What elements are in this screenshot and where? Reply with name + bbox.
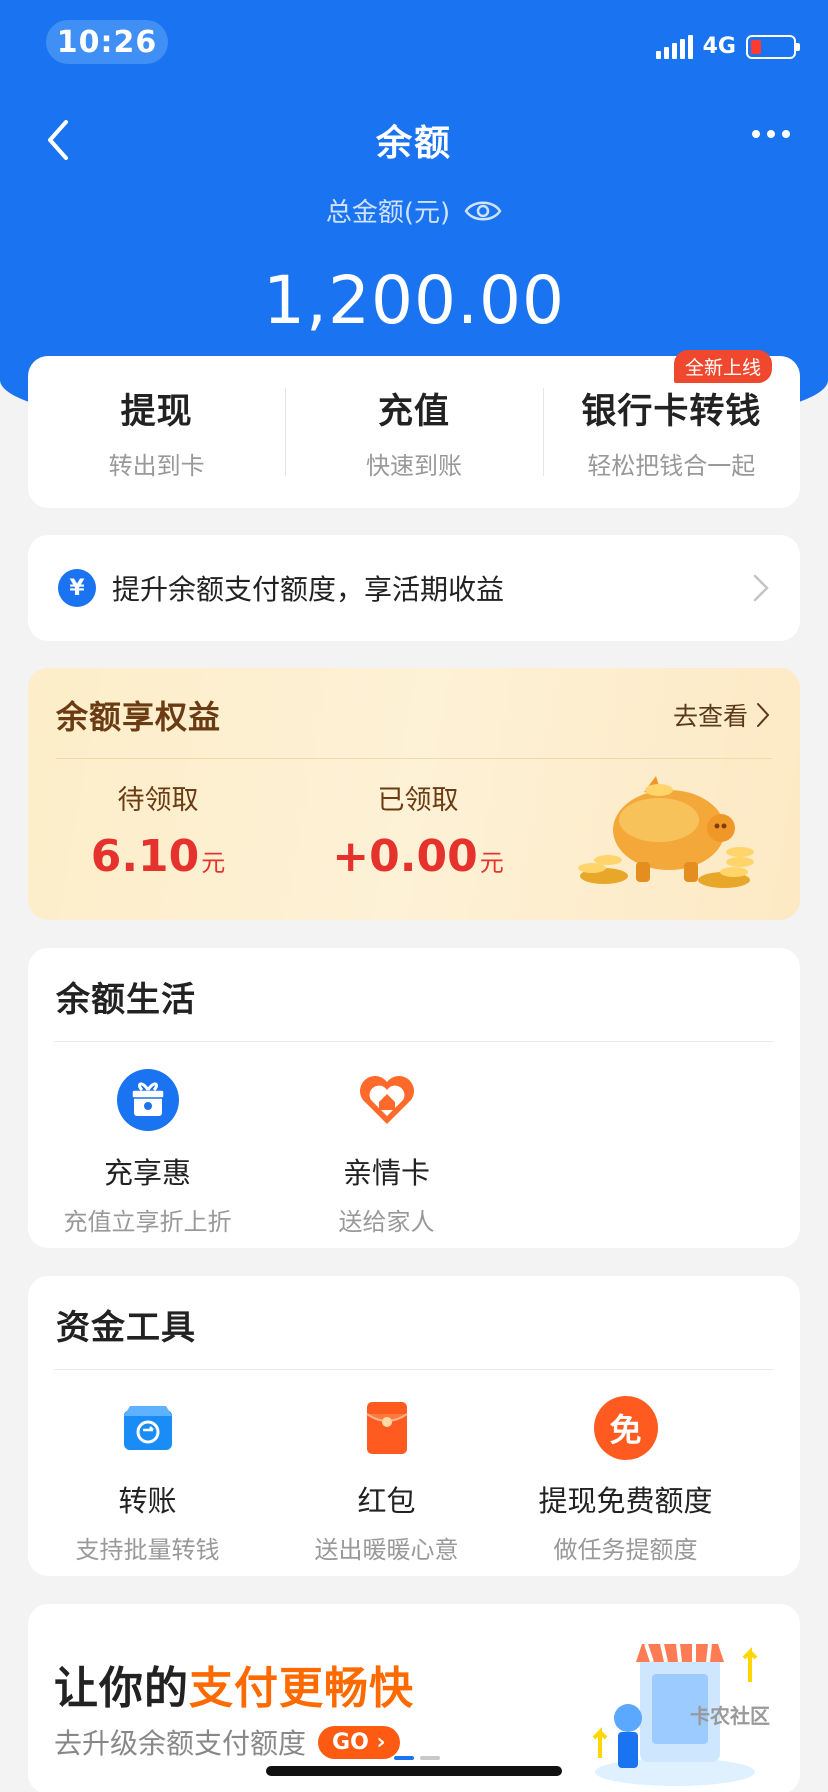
claimed-value: +0.00元: [332, 831, 504, 882]
eye-icon[interactable]: [464, 198, 502, 224]
claimed-rewards: 已领取 +0.00元: [288, 778, 548, 882]
back-button[interactable]: [36, 118, 80, 162]
transfer-icon: [123, 1406, 172, 1450]
gift-icon: [116, 1069, 179, 1131]
action-subtitle: 轻松把钱合一起: [587, 452, 756, 480]
total-amount-value: 1,200.00: [263, 262, 565, 339]
item-subtitle: 做任务提额度: [553, 1536, 698, 1564]
balance-rights-card[interactable]: 余额享权益 去查看 待领取 6.10元 已领取 +0.00元: [28, 668, 800, 920]
balance-life-section: 余额生活 充享惠 充值立享折上折 亲情卡 送给家人: [28, 948, 800, 1248]
go-button[interactable]: GO ›: [318, 1725, 400, 1759]
total-amount-header: 总金额(元): [0, 192, 828, 229]
chevron-left-icon: [48, 120, 68, 160]
watermark-text: 卡农社区: [690, 1704, 770, 1728]
bank-card-transfer-button[interactable]: 全新上线 银行卡转钱 轻松把钱合一起: [542, 350, 800, 508]
total-amount-label: 总金额(元): [325, 198, 451, 228]
promo-title: 让你的支付更畅快: [54, 1663, 414, 1714]
piggy-bank-icon: [578, 776, 754, 888]
item-title: 充享惠: [103, 1156, 191, 1190]
view-rights-label: 去查看: [672, 702, 748, 731]
red-envelope-item[interactable]: 红包 送出暖暖心意: [267, 1370, 506, 1565]
item-title: 转账: [118, 1484, 177, 1518]
carousel-indicator: [394, 1756, 440, 1760]
pending-label: 待领取: [117, 785, 199, 816]
quick-actions-card: 提现 转出到卡 充值 快速到账 全新上线 银行卡转钱 轻松把钱合一起: [28, 350, 800, 508]
top-up-button[interactable]: 充值 快速到账: [285, 356, 542, 508]
promo-title-highlight: 支付更畅快: [189, 1663, 414, 1714]
signal-icon: [655, 34, 693, 59]
free-withdraw-quota-item[interactable]: 免 提现免费额度 做任务提额度: [506, 1370, 745, 1565]
section-title: 资金工具: [56, 1308, 196, 1348]
item-subtitle: 支持批量转钱: [75, 1536, 220, 1564]
upgrade-limit-text: 提升余额支付额度，享活期收益: [112, 573, 505, 606]
section-title: 余额生活: [56, 980, 196, 1020]
promo-banner[interactable]: 让你的支付更畅快 去升级余额支付额度 GO › 卡农社区: [28, 1604, 800, 1792]
money-tools-section: 资金工具 转账 支持批量转钱 红包 送出暖暖心意 免 提现免费额度 做任务提额度: [28, 1276, 800, 1576]
chevron-right-icon: [757, 703, 770, 727]
family-card-icon: [359, 1076, 414, 1124]
yen-icon: ¥: [58, 569, 96, 607]
item-subtitle: 送出暖暖心意: [314, 1536, 459, 1564]
action-title: 银行卡转钱: [581, 392, 762, 432]
status-indicators: 4G: [655, 34, 800, 59]
free-icon: 免: [593, 1396, 658, 1460]
divider: [56, 758, 772, 759]
action-title: 充值: [377, 392, 450, 432]
more-options-button[interactable]: [752, 130, 790, 138]
promo-subtitle: 去升级余额支付额度 GO ›: [54, 1722, 400, 1762]
chevron-right-icon: [753, 574, 769, 602]
withdraw-button[interactable]: 提现 转出到卡: [28, 356, 285, 508]
family-card-item[interactable]: 亲情卡 送给家人: [267, 1042, 506, 1237]
transfer-item[interactable]: 转账 支持批量转钱: [28, 1370, 267, 1565]
item-title: 红包: [357, 1484, 416, 1518]
nav-bar: 余额: [0, 110, 828, 170]
pending-value: 6.10元: [90, 831, 226, 882]
item-title: 提现免费额度: [538, 1484, 713, 1518]
page-title: 余额: [375, 123, 452, 164]
item-subtitle: 送给家人: [338, 1208, 435, 1236]
home-indicator[interactable]: [266, 1766, 562, 1776]
network-type: 4G: [702, 34, 736, 59]
action-subtitle: 快速到账: [365, 452, 462, 480]
recharge-discount-item[interactable]: 充享惠 充值立享折上折: [28, 1042, 267, 1237]
pending-rewards: 待领取 6.10元: [28, 778, 288, 882]
battery-icon: [746, 34, 800, 59]
upgrade-limit-row[interactable]: ¥ 提升余额支付额度，享活期收益: [28, 535, 800, 641]
item-title: 亲情卡: [342, 1156, 430, 1190]
red-envelope-icon: [365, 1402, 408, 1454]
new-badge: 全新上线: [673, 350, 772, 383]
status-time: 10:26: [46, 20, 168, 64]
action-subtitle: 转出到卡: [108, 452, 205, 480]
item-subtitle: 充值立享折上折: [63, 1208, 232, 1236]
rights-title: 余额享权益: [56, 698, 222, 736]
action-title: 提现: [120, 392, 193, 432]
view-rights-link[interactable]: 去查看: [673, 697, 770, 733]
claimed-label: 已领取: [377, 785, 459, 816]
